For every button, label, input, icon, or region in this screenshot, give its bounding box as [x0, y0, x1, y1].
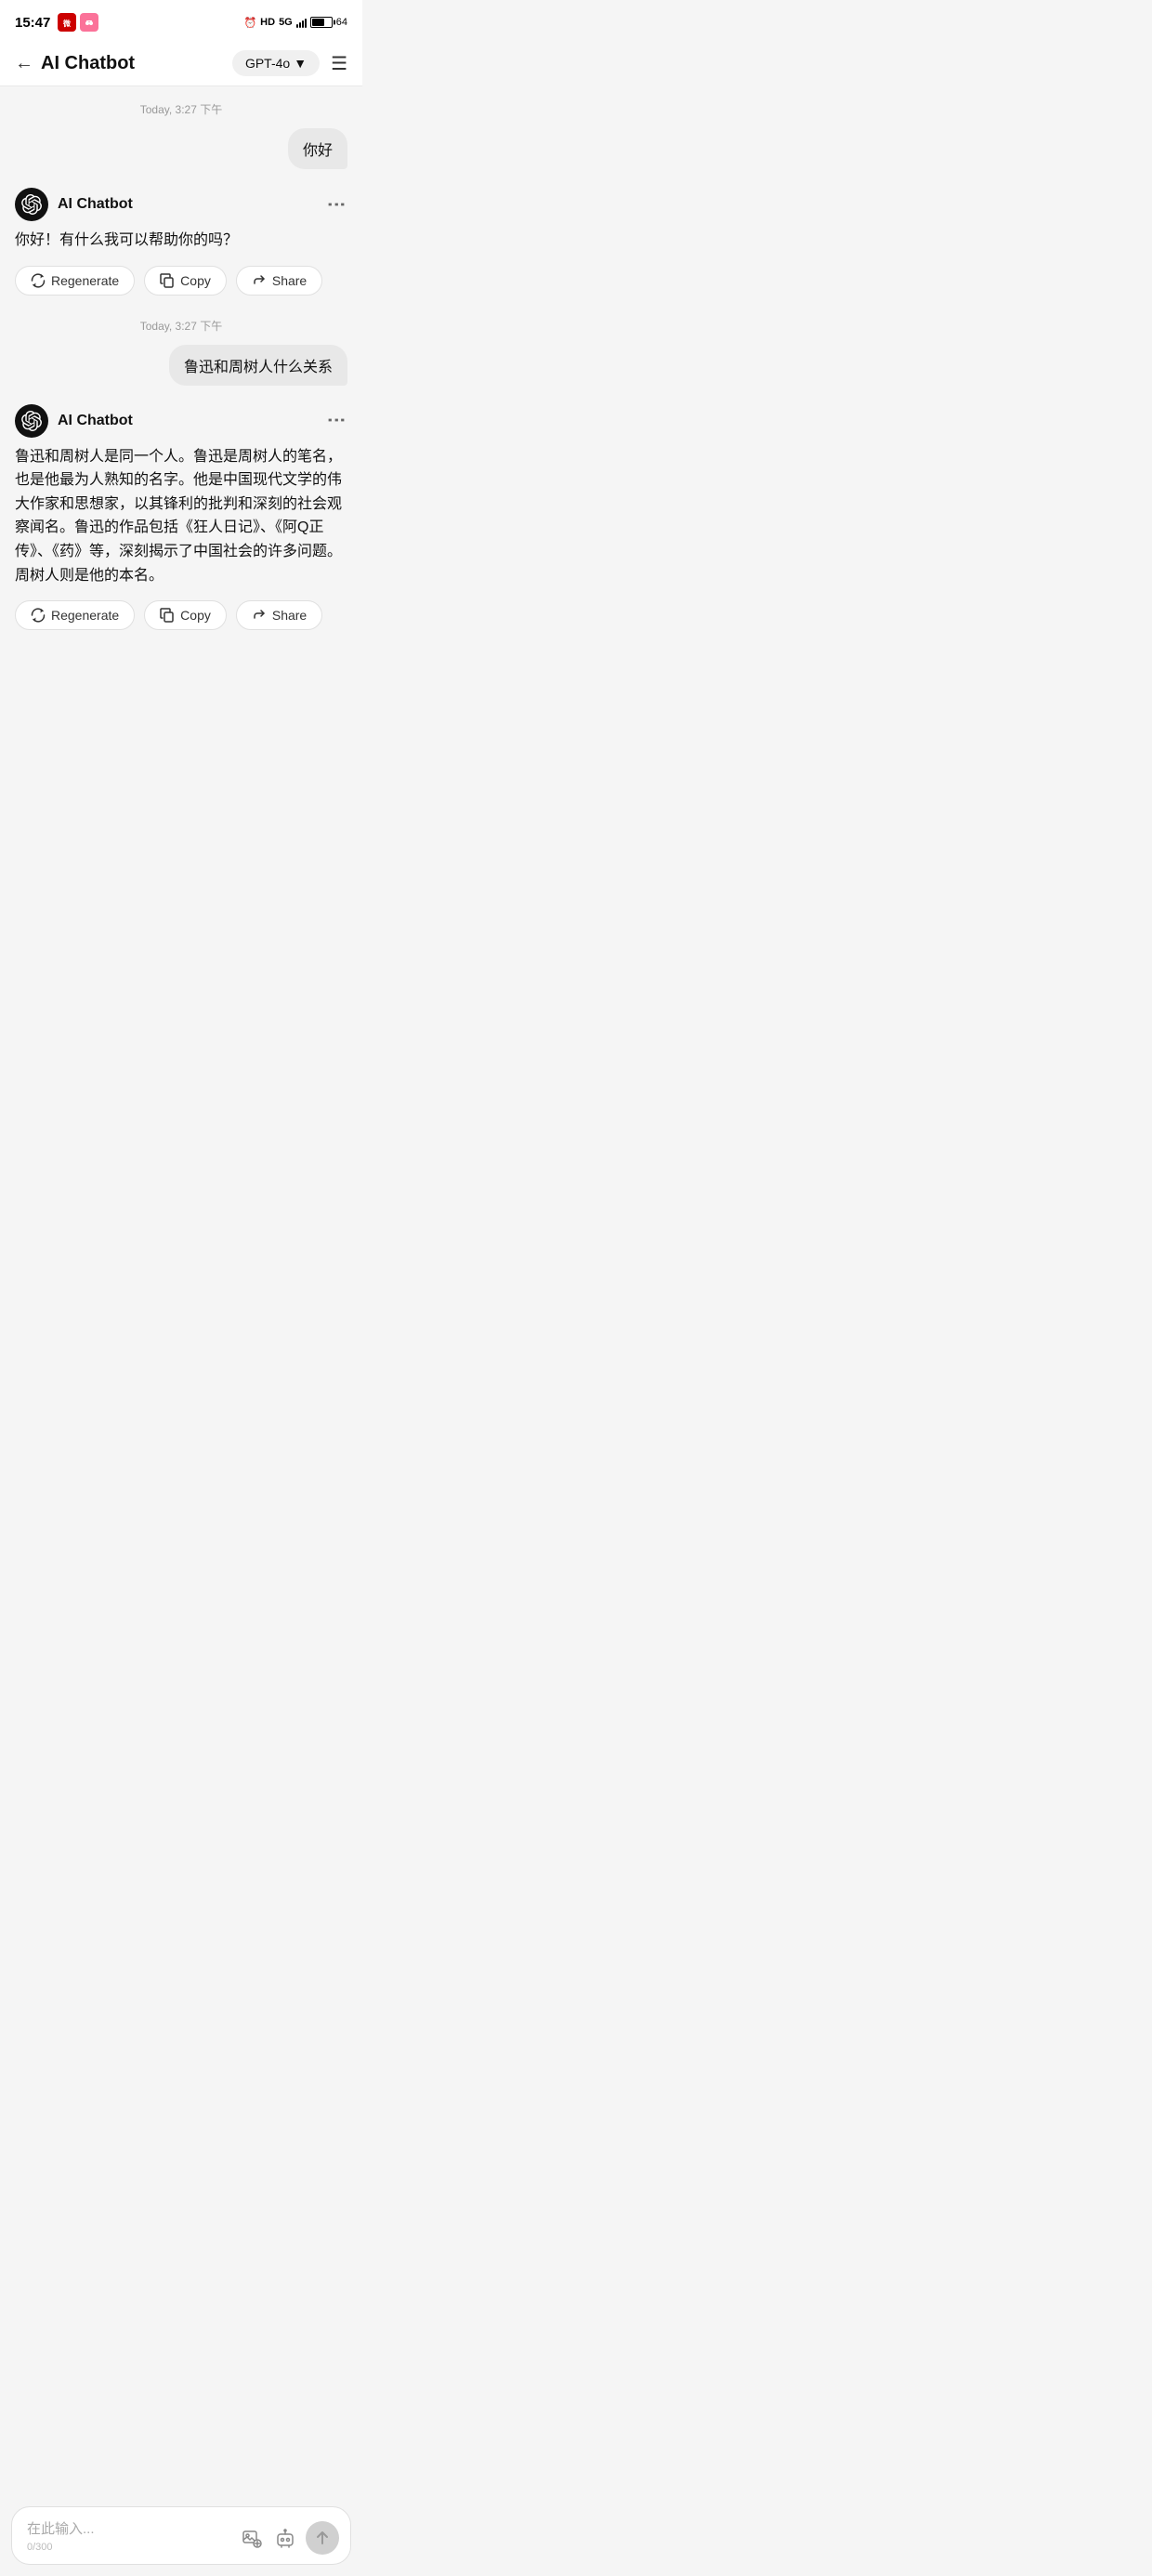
more-options-1[interactable]: ⋮ — [325, 195, 347, 215]
share-icon-1 — [252, 273, 267, 288]
chat-area: Today, 3:27 下午 你好 AI Chatbot ⋮ 你好！有什么我可以… — [0, 86, 362, 797]
page-title: AI Chatbot — [41, 53, 135, 74]
regenerate-icon-2 — [31, 608, 46, 623]
ai-text-2: 鲁迅和周树人是同一个人。鲁迅是周树人的笔名，也是他最为人熟知的名字。他是中国现代… — [15, 445, 347, 588]
ai-name-2: AI Chatbot — [58, 413, 133, 429]
ai-message-2-wrap: AI Chatbot ⋮ 鲁迅和周树人是同一个人。鲁迅是周树人的笔名，也是他最为… — [0, 397, 362, 638]
svg-text:微: 微 — [62, 19, 71, 28]
regenerate-button-1[interactable]: Regenerate — [15, 266, 135, 296]
copy-button-2[interactable]: Copy — [144, 600, 227, 630]
robot-button[interactable] — [272, 2525, 298, 2551]
model-selector-label: GPT-4o — [245, 56, 290, 71]
battery-level: 64 — [336, 17, 347, 28]
app-icon-2 — [80, 13, 98, 32]
ai-avatar-2 — [15, 404, 48, 438]
menu-button[interactable]: ☰ — [331, 52, 347, 75]
copy-button-1[interactable]: Copy — [144, 266, 227, 296]
alarm-icon: ⏰ — [243, 17, 256, 29]
status-right: ⏰ HD 5G 64 — [243, 17, 347, 29]
action-buttons-1: Regenerate Copy Share — [15, 266, 347, 296]
ai-name-1: AI Chatbot — [58, 196, 133, 213]
regenerate-button-2[interactable]: Regenerate — [15, 600, 135, 630]
timestamp-1: Today, 3:27 下午 — [0, 86, 362, 125]
ai-avatar-1 — [15, 188, 48, 221]
network-type: 5G — [279, 17, 293, 28]
regenerate-label-2: Regenerate — [51, 608, 119, 623]
copy-label-2: Copy — [180, 608, 211, 623]
copy-icon-2 — [160, 608, 175, 623]
header-left: ← AI Chatbot — [15, 53, 135, 74]
input-area: 在此输入... 0/300 — [0, 2499, 362, 2576]
header-right: GPT-4o ▼ ☰ — [232, 50, 347, 76]
ai-text-1: 你好！有什么我可以帮助你的吗？ — [15, 229, 347, 253]
regenerate-icon-1 — [31, 273, 46, 288]
more-options-2[interactable]: ⋮ — [325, 411, 347, 430]
header: ← AI Chatbot GPT-4o ▼ ☰ — [0, 41, 362, 86]
share-icon-2 — [252, 608, 267, 623]
status-bar: 15:47 微 ⏰ HD 5G — [0, 0, 362, 41]
share-label-2: Share — [272, 608, 307, 623]
ai-header-1: AI Chatbot ⋮ — [15, 188, 347, 221]
timestamp-2: Today, 3:27 下午 — [0, 303, 362, 341]
model-selector-button[interactable]: GPT-4o ▼ — [232, 50, 320, 76]
input-right-icons — [239, 2521, 339, 2555]
app-icon-1: 微 — [58, 13, 76, 32]
share-button-1[interactable]: Share — [236, 266, 322, 296]
share-button-2[interactable]: Share — [236, 600, 322, 630]
user-message-1-wrap: 你好 — [0, 125, 362, 173]
copy-icon-1 — [160, 273, 175, 288]
action-buttons-2: Regenerate Copy Share — [15, 600, 347, 630]
user-message-2-wrap: 鲁迅和周树人什么关系 — [0, 341, 362, 389]
ai-identity-2: AI Chatbot — [15, 404, 133, 438]
ai-message-1-wrap: AI Chatbot ⋮ 你好！有什么我可以帮助你的吗？ Regenerate — [0, 180, 362, 303]
hd-indicator: HD — [260, 17, 275, 28]
ai-header-2: AI Chatbot ⋮ — [15, 404, 347, 438]
signal-icon — [296, 17, 307, 28]
chevron-down-icon: ▼ — [294, 56, 307, 71]
back-button[interactable]: ← — [15, 53, 33, 74]
input-box: 在此输入... 0/300 — [11, 2506, 351, 2565]
user-bubble-1: 你好 — [288, 128, 347, 169]
app-icons: 微 — [58, 13, 98, 32]
user-bubble-2: 鲁迅和周树人什么关系 — [169, 345, 347, 386]
copy-label-1: Copy — [180, 273, 211, 288]
status-time: 15:47 — [15, 15, 50, 31]
ai-identity-1: AI Chatbot — [15, 188, 133, 221]
send-button[interactable] — [306, 2521, 339, 2555]
share-label-1: Share — [272, 273, 307, 288]
battery-icon — [310, 17, 333, 28]
regenerate-label-1: Regenerate — [51, 273, 119, 288]
image-add-button[interactable] — [239, 2525, 265, 2551]
